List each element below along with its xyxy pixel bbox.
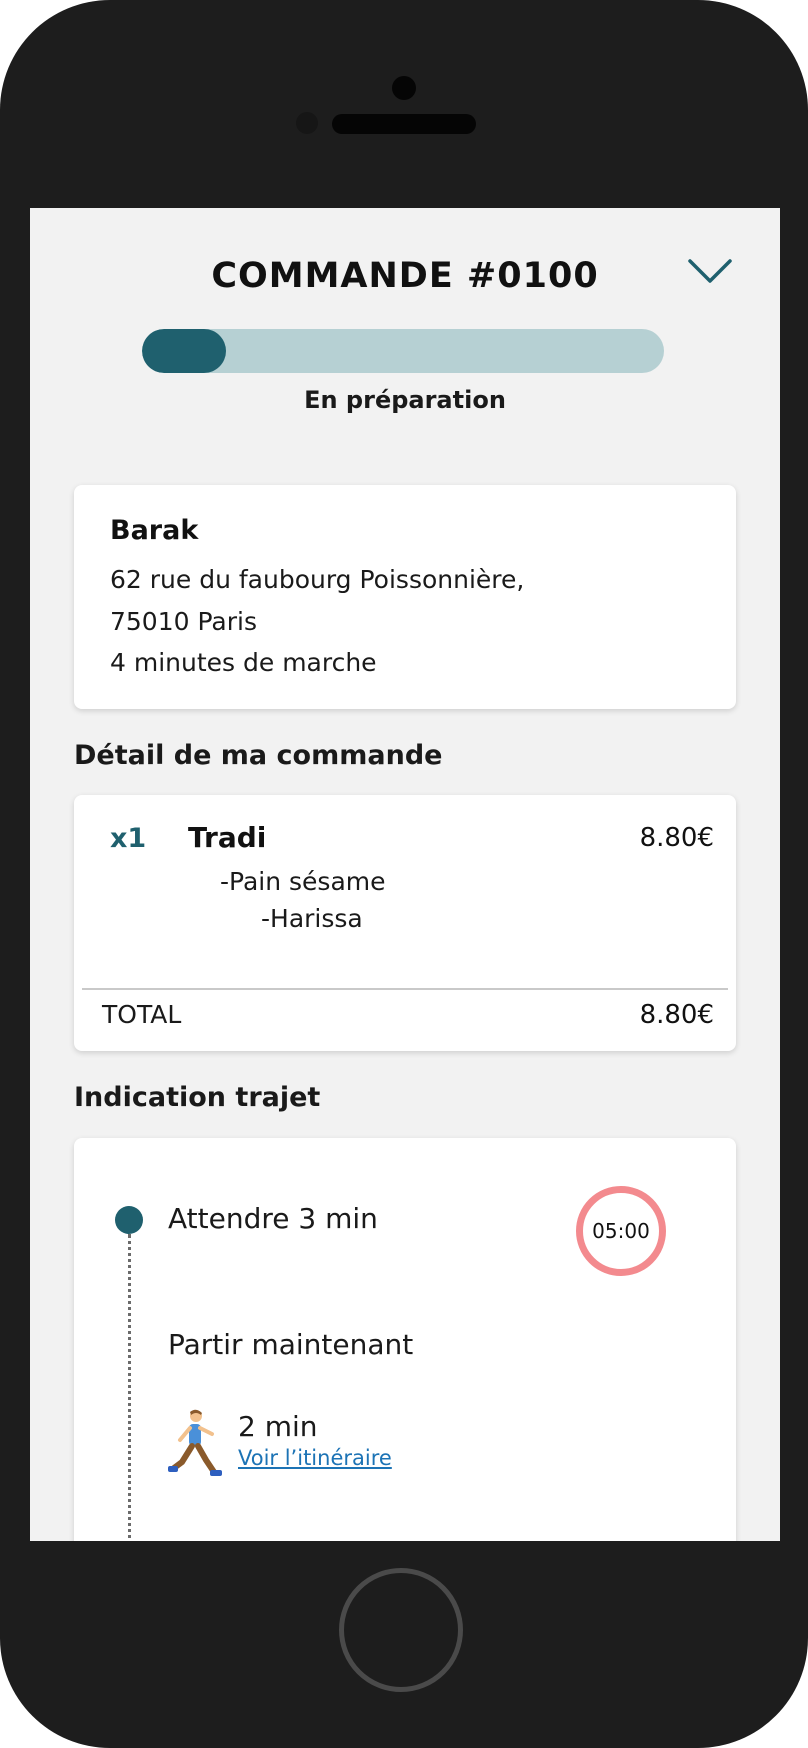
view-route-link[interactable]: Voir l’itinéraire xyxy=(238,1446,392,1470)
wait-step: Attendre 3 min xyxy=(168,1202,378,1235)
order-progress-fill xyxy=(142,329,226,373)
item-quantity: x1 xyxy=(110,823,147,854)
order-title: COMMANDE #0100 xyxy=(211,256,599,296)
app-screen: COMMANDE #0100 En préparation Barak 62 r… xyxy=(30,208,780,1541)
restaurant-card: Barak 62 rue du faubourg Poissonnière, 7… xyxy=(74,485,736,709)
walk-distance: 4 minutes de marche xyxy=(110,648,377,677)
order-detail-title: Détail de ma commande xyxy=(74,740,443,771)
proximity-sensor xyxy=(296,112,318,134)
total-value: 8.80€ xyxy=(639,1000,714,1030)
earpiece-speaker xyxy=(332,114,476,134)
timeline-line xyxy=(128,1234,131,1541)
total-label: TOTAL xyxy=(102,1000,182,1029)
trip-section-title: Indication trajet xyxy=(74,1082,321,1113)
countdown-timer: 05:00 xyxy=(576,1186,666,1276)
restaurant-address-line2: 75010 Paris xyxy=(110,607,257,636)
home-button[interactable] xyxy=(339,1568,463,1692)
item-option: -Pain sésame xyxy=(220,867,386,896)
front-camera xyxy=(392,76,416,100)
total-divider xyxy=(82,988,728,990)
order-status: En préparation xyxy=(304,386,506,414)
phone-frame: COMMANDE #0100 En préparation Barak 62 r… xyxy=(0,0,808,1748)
trip-card: Attendre 3 min 05:00 Partir maintenant 2… xyxy=(74,1138,736,1541)
restaurant-address-line1: 62 rue du faubourg Poissonnière, xyxy=(110,565,525,594)
chevron-down-icon[interactable] xyxy=(686,256,734,286)
order-detail-card: x1 Tradi 8.80€ -Pain sésame -Harissa TOT… xyxy=(74,795,736,1051)
walking-person-icon xyxy=(168,1409,222,1476)
item-name: Tradi xyxy=(188,821,267,854)
timer-value: 05:00 xyxy=(592,1219,650,1243)
item-price: 8.80€ xyxy=(639,823,714,853)
restaurant-name: Barak xyxy=(110,515,199,546)
leave-step: Partir maintenant xyxy=(168,1328,414,1361)
walk-duration: 2 min xyxy=(238,1410,318,1443)
item-option: -Harissa xyxy=(261,904,363,933)
timeline-dot xyxy=(115,1206,143,1234)
order-progress-bar xyxy=(142,329,664,373)
